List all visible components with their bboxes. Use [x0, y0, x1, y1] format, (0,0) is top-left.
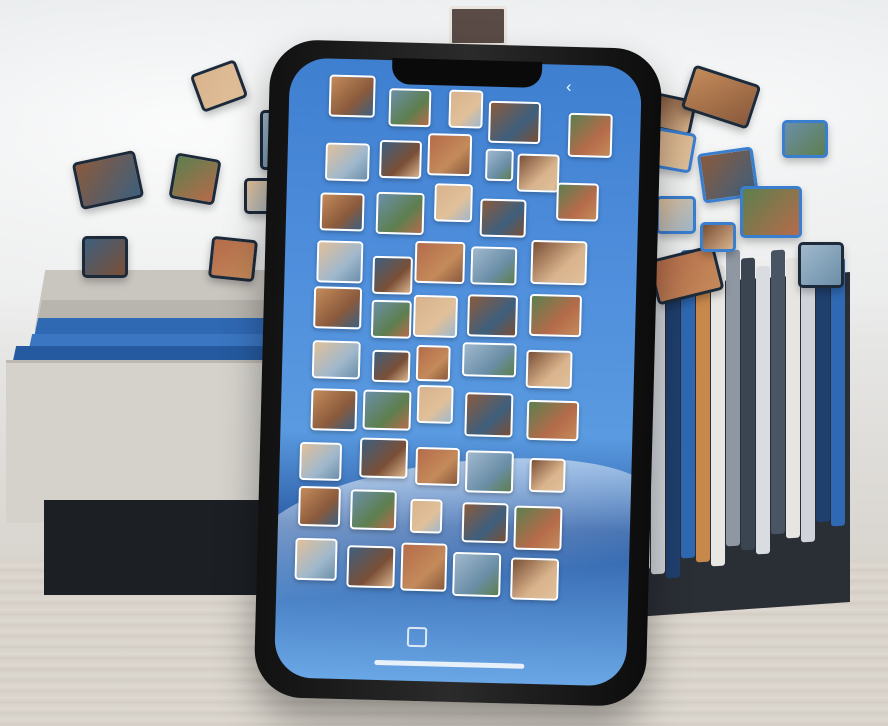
- photo-scene: ‹: [0, 0, 888, 726]
- floating-photo: [798, 242, 844, 288]
- left-organizer-front: [6, 360, 291, 523]
- gallery-photo: [415, 446, 461, 487]
- gallery-photo: [485, 148, 514, 182]
- phone-screen: ‹: [273, 57, 643, 687]
- file-card: [801, 265, 815, 543]
- gallery-photo: [409, 498, 443, 534]
- gallery-photo: [359, 437, 409, 479]
- floating-photo: [207, 235, 259, 283]
- gallery-photo: [461, 342, 517, 378]
- gallery-photo: [513, 505, 563, 551]
- gallery-photo: [400, 542, 448, 592]
- gallery-photo: [379, 139, 423, 179]
- gallery-photo: [414, 240, 466, 285]
- floating-photo: [740, 186, 802, 238]
- file-card: [756, 265, 770, 555]
- gallery-photo: [525, 349, 573, 389]
- gallery-photo: [311, 340, 361, 380]
- gallery-photo: [470, 246, 518, 286]
- gallery-photo: [464, 450, 514, 494]
- gallery-photo: [530, 239, 588, 286]
- gallery-photo: [346, 545, 396, 589]
- app-icon: [406, 626, 428, 648]
- gallery-photo: [464, 392, 514, 438]
- gallery-photo: [528, 457, 566, 493]
- gallery-photo: [299, 441, 343, 481]
- gallery-photo: [528, 293, 583, 338]
- home-indicator: [374, 659, 525, 669]
- gallery-photo: [555, 182, 599, 222]
- gallery-photo: [313, 286, 363, 330]
- gallery-photo: [433, 183, 473, 223]
- floating-photo: [700, 222, 736, 252]
- gallery-photo: [370, 299, 412, 339]
- gallery-photo: [516, 153, 560, 193]
- gallery-photo: [375, 191, 425, 236]
- floating-photo: [656, 196, 696, 234]
- file-card: [786, 257, 800, 539]
- gallery-photo: [388, 88, 432, 128]
- gallery-photo: [316, 240, 364, 284]
- file-card: [666, 265, 680, 579]
- gallery-photo: [324, 142, 370, 182]
- file-card: [726, 249, 740, 547]
- file-card: [711, 265, 725, 567]
- gallery-photo: [448, 89, 484, 129]
- gallery-photo: [319, 192, 365, 232]
- folder-divider: [37, 300, 293, 320]
- file-card: [831, 257, 845, 527]
- gallery-photo: [466, 294, 519, 338]
- gallery-photo: [415, 344, 451, 382]
- file-card: [696, 257, 710, 563]
- gallery-photo: [452, 551, 502, 598]
- gallery-photo: [349, 489, 397, 531]
- file-card: [771, 249, 785, 535]
- gallery-photo: [294, 537, 338, 581]
- file-card: [741, 257, 755, 551]
- gallery-photo: [372, 255, 414, 295]
- gallery-photo: [297, 485, 341, 527]
- gallery-photo: [526, 399, 580, 442]
- phone-notch: [391, 58, 543, 88]
- gallery-photo: [371, 349, 411, 383]
- floating-photo: [168, 152, 222, 206]
- gallery-photo: [310, 388, 358, 432]
- gallery-photo: [567, 112, 613, 158]
- gallery-photo: [362, 389, 412, 431]
- gallery-photo: [510, 557, 560, 601]
- gallery-photo: [479, 198, 527, 238]
- gallery-photo: [427, 133, 473, 177]
- floating-photo: [782, 120, 828, 158]
- folder-tab-clip: [449, 6, 507, 46]
- gallery-photo: [412, 294, 458, 338]
- gallery-photo: [416, 384, 454, 424]
- gallery-photo: [328, 74, 376, 118]
- file-card: [816, 249, 830, 523]
- gallery-photo: [488, 100, 542, 145]
- floating-photo: [82, 236, 128, 278]
- back-arrow-icon: ‹: [565, 78, 572, 96]
- gallery-photo: [461, 502, 509, 544]
